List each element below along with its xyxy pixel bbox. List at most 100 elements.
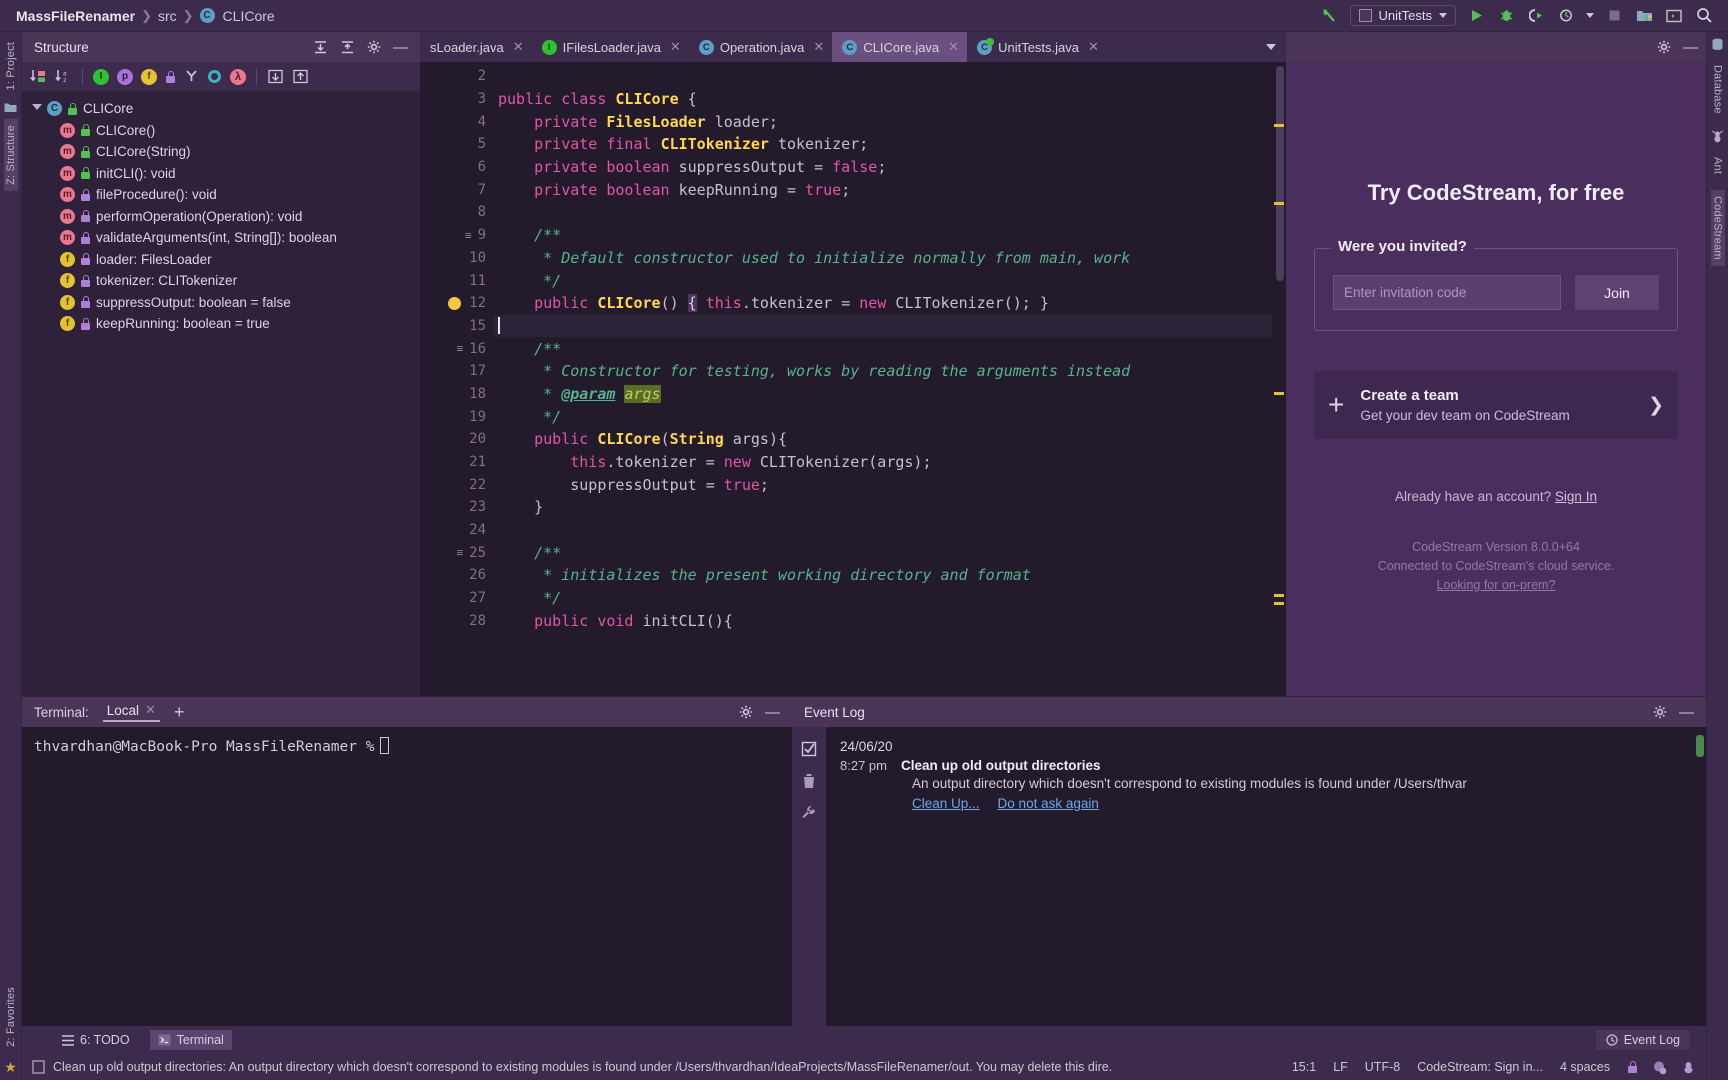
notification-icon[interactable] bbox=[32, 1060, 45, 1074]
file-encoding[interactable]: UTF-8 bbox=[1365, 1060, 1400, 1074]
structure-tree-item[interactable]: CCLICore bbox=[22, 98, 420, 120]
line-number[interactable]: 3 bbox=[420, 88, 494, 111]
caret-position[interactable]: 15:1 bbox=[1292, 1060, 1316, 1074]
editor-tab[interactable]: CCLICore.java✕ bbox=[832, 32, 967, 62]
chevron-down-icon[interactable] bbox=[1586, 13, 1594, 18]
code-line[interactable]: /** bbox=[494, 337, 1272, 360]
line-number[interactable]: 8 bbox=[420, 201, 494, 224]
line-number[interactable]: 23 bbox=[420, 496, 494, 519]
line-number[interactable]: ≡16 bbox=[420, 337, 494, 360]
show-inherited-icon[interactable]: I bbox=[93, 69, 109, 85]
minimize-icon[interactable]: — bbox=[1683, 39, 1698, 56]
show-interfaces-icon[interactable] bbox=[207, 69, 222, 84]
code-line[interactable]: public CLICore(String args){ bbox=[494, 428, 1272, 451]
line-number[interactable]: 17 bbox=[420, 360, 494, 383]
new-terminal-icon[interactable]: + bbox=[174, 702, 185, 723]
editor-tab[interactable]: COperation.java✕ bbox=[689, 32, 832, 62]
terminal-tab-local[interactable]: Local ✕ bbox=[103, 702, 160, 722]
lock-icon[interactable] bbox=[1627, 1061, 1638, 1073]
gear-icon[interactable] bbox=[367, 40, 381, 54]
project-structure-icon[interactable] bbox=[1634, 6, 1654, 26]
code-line[interactable]: /** bbox=[494, 224, 1272, 247]
gear-icon[interactable] bbox=[739, 705, 753, 719]
codestream-status[interactable]: CodeStream: Sign in... bbox=[1417, 1060, 1543, 1074]
editor-scrollbar-thumb[interactable] bbox=[1276, 66, 1284, 281]
code-line[interactable]: private FilesLoader loader; bbox=[494, 110, 1272, 133]
editor-marker-strip[interactable] bbox=[1272, 62, 1286, 696]
line-number[interactable]: 12 bbox=[420, 292, 494, 315]
create-team-card[interactable]: + Create a team Get your dev team on Cod… bbox=[1314, 371, 1678, 439]
line-number[interactable]: 5 bbox=[420, 133, 494, 156]
code-line[interactable]: public class CLICore { bbox=[494, 88, 1272, 111]
structure-tree-item[interactable]: mCLICore(String) bbox=[22, 141, 420, 163]
line-number[interactable]: 26 bbox=[420, 564, 494, 587]
close-icon[interactable]: ✕ bbox=[513, 39, 524, 55]
search-everywhere-icon[interactable] bbox=[1694, 6, 1714, 26]
sort-by-visibility-icon[interactable] bbox=[30, 69, 47, 84]
sort-alphabetically-icon[interactable]: az bbox=[55, 69, 72, 84]
join-button[interactable]: Join bbox=[1575, 275, 1659, 310]
show-properties-icon[interactable]: p bbox=[117, 69, 133, 85]
code-line[interactable]: private final CLITokenizer tokenizer; bbox=[494, 133, 1272, 156]
structure-tree-item[interactable]: mvalidateArguments(int, String[]): boole… bbox=[22, 227, 420, 249]
structure-tree-item[interactable]: ftokenizer: CLITokenizer bbox=[22, 270, 420, 292]
code-line[interactable]: private boolean keepRunning = true; bbox=[494, 178, 1272, 201]
terminal-toggle-icon[interactable] bbox=[1664, 6, 1684, 26]
structure-tree-item[interactable]: floader: FilesLoader bbox=[22, 249, 420, 271]
breadcrumb-folder[interactable]: src bbox=[158, 8, 177, 24]
line-number[interactable]: 11 bbox=[420, 269, 494, 292]
run-coverage-icon[interactable] bbox=[1526, 6, 1546, 26]
hector-icon[interactable] bbox=[1681, 1060, 1696, 1075]
code-line[interactable]: } bbox=[494, 496, 1272, 519]
close-icon[interactable]: ✕ bbox=[948, 39, 959, 55]
minimize-icon[interactable]: — bbox=[1679, 704, 1694, 721]
show-non-public-icon[interactable] bbox=[165, 71, 176, 83]
show-fields-icon[interactable]: f bbox=[141, 69, 157, 85]
on-prem-link[interactable]: Looking for on-prem? bbox=[1437, 578, 1556, 592]
structure-tree-item[interactable]: fkeepRunning: boolean = true bbox=[22, 313, 420, 335]
code-line[interactable]: * @param args bbox=[494, 383, 1272, 406]
show-anonymous-icon[interactable] bbox=[184, 69, 199, 84]
sidebar-item-codestream[interactable]: CodeStream bbox=[1711, 190, 1725, 266]
code-line[interactable]: this.tokenizer = new CLITokenizer(args); bbox=[494, 451, 1272, 474]
line-number[interactable]: 20 bbox=[420, 428, 494, 451]
sign-in-link[interactable]: Sign In bbox=[1555, 489, 1597, 504]
code-line[interactable]: suppressOutput = true; bbox=[494, 473, 1272, 496]
gear-icon[interactable] bbox=[1653, 705, 1667, 719]
collapse-all-icon[interactable] bbox=[340, 40, 355, 55]
line-number[interactable]: 21 bbox=[420, 451, 494, 474]
line-number[interactable]: 15 bbox=[420, 315, 494, 338]
code-line[interactable]: */ bbox=[494, 587, 1272, 610]
line-number[interactable]: 4 bbox=[420, 110, 494, 133]
sidebar-item-favorites[interactable]: 2: Favorites bbox=[4, 981, 18, 1053]
event-log-scrollbar-thumb[interactable] bbox=[1696, 735, 1704, 757]
expand-all-tree-icon[interactable] bbox=[267, 69, 284, 84]
warning-marker[interactable] bbox=[1274, 392, 1284, 395]
code-line[interactable] bbox=[494, 65, 1272, 88]
minimize-icon[interactable]: — bbox=[765, 704, 780, 721]
sidebar-item-ant[interactable]: Ant bbox=[1711, 151, 1725, 180]
structure-tree[interactable]: CCLICoremCLICore()mCLICore(String)minitC… bbox=[22, 92, 420, 341]
editor-tab[interactable]: IIFilesLoader.java✕ bbox=[532, 32, 689, 62]
sidebar-item-database[interactable]: Database bbox=[1711, 59, 1725, 120]
code-line[interactable] bbox=[494, 519, 1272, 542]
run-configuration-selector[interactable]: UnitTests bbox=[1350, 5, 1456, 26]
line-number[interactable]: 2 bbox=[420, 65, 494, 88]
collapse-all-tree-icon[interactable] bbox=[292, 69, 309, 84]
line-number[interactable]: 28 bbox=[420, 610, 494, 633]
code-line[interactable]: */ bbox=[494, 405, 1272, 428]
warning-marker[interactable] bbox=[1274, 602, 1284, 605]
code-line[interactable]: public CLICore() { this.tokenizer = new … bbox=[494, 292, 1272, 315]
code-editor[interactable]: 2345678≡91011 1215≡161718192021222324≡25… bbox=[420, 62, 1286, 696]
warning-marker[interactable] bbox=[1274, 124, 1284, 127]
structure-tree-item[interactable]: fsuppressOutput: boolean = false bbox=[22, 292, 420, 314]
line-number[interactable]: 22 bbox=[420, 473, 494, 496]
tool-window-todo[interactable]: 6: TODO bbox=[54, 1030, 138, 1050]
code-line[interactable]: private boolean suppressOutput = false; bbox=[494, 156, 1272, 179]
line-number[interactable]: 18 bbox=[420, 383, 494, 406]
line-separator[interactable]: LF bbox=[1333, 1060, 1348, 1074]
close-icon[interactable]: ✕ bbox=[1088, 39, 1099, 55]
code-line[interactable]: */ bbox=[494, 269, 1272, 292]
line-number[interactable]: ≡9 bbox=[420, 224, 494, 247]
editor-tab[interactable]: sLoader.java✕ bbox=[420, 32, 532, 62]
